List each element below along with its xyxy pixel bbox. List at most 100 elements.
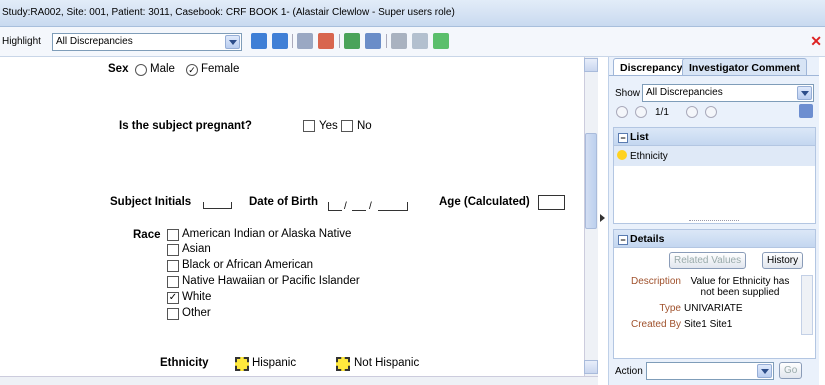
race-label: Race xyxy=(133,229,161,241)
title-bar: Study:RA002, Site: 001, Patient: 3011, C… xyxy=(0,0,825,27)
race-checkbox[interactable] xyxy=(167,244,179,256)
description-value: Value for Ethnicity has not been supplie… xyxy=(690,276,790,298)
list-item[interactable]: Ethnicity xyxy=(614,146,815,166)
pregnant-no-checkbox[interactable] xyxy=(341,120,353,132)
list-item-label: Ethnicity xyxy=(630,151,668,162)
related-values-button[interactable]: Related Values xyxy=(669,252,747,269)
tab-discrepancy[interactable]: Discrepancy xyxy=(613,58,690,75)
dob-year-field[interactable] xyxy=(378,202,408,211)
dob-separator: / xyxy=(344,201,347,212)
dob-month-field[interactable] xyxy=(352,202,366,211)
created-by-label: Created By xyxy=(630,319,681,330)
race-checkbox-checked[interactable]: ✓ xyxy=(167,292,179,304)
highlight-label: Highlight xyxy=(2,36,41,47)
race-option: White xyxy=(182,291,212,303)
go-button[interactable]: Go xyxy=(779,362,803,379)
ethnicity-label: Ethnicity xyxy=(160,357,209,369)
highlight-select-value: All Discrepancies xyxy=(56,36,133,47)
chevron-down-icon xyxy=(797,86,812,100)
status-dot-icon xyxy=(617,150,627,160)
show-label: Show xyxy=(615,88,641,99)
race-option: Asian xyxy=(182,243,211,255)
collapse-icon[interactable]: − xyxy=(618,133,628,143)
description-label: Description xyxy=(630,276,681,287)
race-option: American Indian or Alaska Native xyxy=(182,228,352,240)
chevron-down-icon xyxy=(225,35,240,49)
pregnant-yes-checkbox[interactable] xyxy=(303,120,315,132)
list-box: − List Ethnicity xyxy=(613,127,816,224)
sex-male-radio[interactable] xyxy=(135,64,147,76)
add-discrepancy-icon[interactable] xyxy=(251,33,267,49)
prev-page-icon[interactable] xyxy=(635,106,647,118)
race-checkbox[interactable] xyxy=(167,260,179,272)
dob-separator: / xyxy=(369,201,372,212)
list-title: List xyxy=(630,131,649,143)
discrepancy-panel: Discrepancy Investigator Comment Show Al… xyxy=(608,57,819,385)
dob-day-field[interactable] xyxy=(328,202,342,211)
edit-icon[interactable] xyxy=(297,33,313,49)
tab-investigator-comment[interactable]: Investigator Comment xyxy=(682,58,807,75)
initials-field[interactable] xyxy=(203,202,232,209)
trash-icon[interactable] xyxy=(391,33,407,49)
details-title: Details xyxy=(630,233,665,245)
sex-female-label: Female xyxy=(201,63,240,75)
ethnicity-not-hispanic-checkbox[interactable] xyxy=(336,357,350,371)
details-scrollbar[interactable] xyxy=(801,275,813,335)
edit-discrepancy-icon[interactable] xyxy=(799,104,813,118)
copy-icon[interactable] xyxy=(412,33,428,49)
ethnicity-not-hispanic-label: Not Hispanic xyxy=(354,357,420,369)
highlight-select[interactable]: All Discrepancies xyxy=(52,33,242,51)
close-icon[interactable]: ✕ xyxy=(810,33,822,50)
add-discrepancy-group-icon[interactable] xyxy=(272,33,288,49)
race-option: Native Hawaiian or Pacific Islander xyxy=(182,275,360,287)
race-option: Black or African American xyxy=(182,259,314,271)
race-option: Other xyxy=(182,307,211,319)
panel-collapse-icon[interactable] xyxy=(600,214,605,222)
forward-icon[interactable] xyxy=(344,33,360,49)
type-value: UNIVARIATE xyxy=(684,303,743,314)
page-title: Study:RA002, Site: 001, Patient: 3011, C… xyxy=(2,7,455,18)
sex-female-radio[interactable]: ✓ xyxy=(186,64,198,76)
show-select[interactable]: All Discrepancies xyxy=(642,84,814,102)
ethnicity-hispanic-label: Hispanic xyxy=(252,357,297,369)
scroll-up-icon[interactable] xyxy=(584,58,598,72)
details-header[interactable]: − Details xyxy=(614,230,815,248)
collapse-icon[interactable]: − xyxy=(618,235,628,245)
scroll-thumb[interactable] xyxy=(585,133,597,229)
toolbar-divider xyxy=(339,34,340,48)
history-button[interactable]: History xyxy=(762,252,804,269)
pregnant-yes-label: Yes xyxy=(319,120,338,132)
scroll-down-icon[interactable] xyxy=(584,360,598,374)
save-icon[interactable] xyxy=(433,33,449,49)
ethnicity-hispanic-checkbox[interactable] xyxy=(235,357,249,371)
action-label: Action xyxy=(615,366,643,377)
flag-icon[interactable] xyxy=(365,33,381,49)
pager: 1/1 xyxy=(655,107,669,118)
initials-label: Subject Initials xyxy=(110,196,192,208)
sex-label: Sex xyxy=(108,63,129,75)
last-page-icon[interactable] xyxy=(705,106,717,118)
type-label: Type xyxy=(659,303,681,314)
resize-handle[interactable] xyxy=(689,220,739,223)
action-select[interactable] xyxy=(646,362,774,380)
pregnant-no-label: No xyxy=(357,120,372,132)
form-horizontal-scrollbar[interactable] xyxy=(0,376,598,385)
created-by-value: Site1 Site1 xyxy=(684,319,733,330)
age-label: Age (Calculated) xyxy=(439,196,530,208)
age-field[interactable] xyxy=(538,195,565,210)
next-page-icon[interactable] xyxy=(686,106,698,118)
race-checkbox[interactable] xyxy=(167,308,179,320)
first-page-icon[interactable] xyxy=(616,106,628,118)
race-checkbox[interactable] xyxy=(167,276,179,288)
table-icon[interactable] xyxy=(318,33,334,49)
pregnant-label: Is the subject pregnant? xyxy=(119,120,252,132)
list-header[interactable]: − List xyxy=(614,128,815,146)
race-checkbox[interactable] xyxy=(167,229,179,241)
sex-male-label: Male xyxy=(150,63,175,75)
crf-form xyxy=(0,57,585,376)
show-select-value: All Discrepancies xyxy=(646,87,723,98)
dob-label: Date of Birth xyxy=(249,196,318,208)
tab-divider xyxy=(609,75,819,76)
chevron-down-icon xyxy=(757,364,772,378)
toolbar-divider xyxy=(386,34,387,48)
